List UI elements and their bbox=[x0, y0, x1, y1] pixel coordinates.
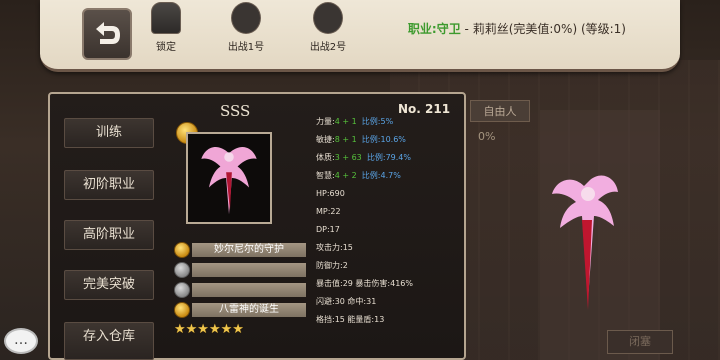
character-card: SSS No. 211 妙尔尼尔的守护 八雷神的诞生 ★★★★★★ 力量:4 +… bbox=[168, 96, 464, 360]
class-name: 职业:守卫 bbox=[407, 22, 461, 36]
character-avatar-icon bbox=[313, 2, 343, 34]
stat-dodge: 闪避:30 命中:31 bbox=[316, 297, 377, 306]
store-warehouse-button[interactable]: 存入仓库 bbox=[64, 322, 154, 360]
gem-slot-4-label: 八雷神的诞生 bbox=[192, 303, 306, 317]
gem-slot-1-label: 妙尔尼尔的守护 bbox=[192, 243, 306, 257]
battle-slot-2[interactable]: 出战2号 bbox=[298, 2, 358, 58]
action-menu: 训练 初阶职业 高阶职业 完美突破 存入仓库 bbox=[58, 100, 158, 360]
perfect-breakthrough-button[interactable]: 完美突破 bbox=[64, 270, 154, 300]
basic-class-button[interactable]: 初阶职业 bbox=[64, 170, 154, 200]
rank-label: SSS bbox=[220, 102, 251, 120]
gold-gem-icon bbox=[174, 242, 190, 258]
card-number: No. 211 bbox=[398, 102, 451, 116]
battle-slot-2-label: 出战2号 bbox=[309, 42, 347, 53]
stat-crit: 暴击值:29 暴击伤害:416% bbox=[316, 279, 413, 288]
gem-slot-1[interactable]: 妙尔尼尔的守护 bbox=[174, 242, 306, 258]
stat-mp: MP:22 bbox=[316, 207, 341, 216]
gold-gem-icon bbox=[174, 302, 190, 318]
character-portrait bbox=[186, 132, 272, 224]
silver-gem-icon bbox=[174, 282, 190, 298]
stat-wisdom: 智慧:4 + 2 比例:4.7% bbox=[316, 171, 401, 180]
character-avatar-icon bbox=[231, 2, 261, 34]
lock-label: 锁定 bbox=[156, 42, 176, 53]
top-bar: 锁定 出战1号 出战2号 职业:守卫 - 莉莉丝(完美值:0%) (等级:1) bbox=[40, 0, 680, 72]
character-summary: - 莉莉丝(完美值:0%) (等级:1) bbox=[460, 22, 626, 36]
gem-slot-4[interactable]: 八雷神的诞生 bbox=[174, 302, 306, 318]
battle-slot-1[interactable]: 出战1号 bbox=[216, 2, 276, 58]
stat-dp: DP:17 bbox=[316, 225, 340, 234]
padlock-icon bbox=[151, 2, 181, 34]
stat-strength: 力量:4 + 1 比例:5% bbox=[316, 117, 394, 126]
gem-slot-3-label bbox=[192, 283, 306, 297]
gem-slot-2-label bbox=[192, 263, 306, 277]
background-pct: 0% bbox=[478, 130, 496, 143]
close-button[interactable]: 闭塞 bbox=[607, 330, 673, 354]
stat-attack: 攻击力:15 bbox=[316, 243, 353, 252]
chat-bubble-button[interactable]: … bbox=[4, 328, 38, 354]
lock-slot[interactable]: 锁定 bbox=[136, 2, 196, 58]
gem-slot-3[interactable] bbox=[174, 282, 306, 298]
back-button[interactable] bbox=[82, 8, 132, 60]
game-screen: 自由人 0% 锁定 出战1号 出战2号 职业:守卫 - 莉莉丝(完美值:0%) … bbox=[0, 0, 720, 360]
class-info: 职业:守卫 - 莉莉丝(完美值:0%) (等级:1) bbox=[408, 20, 626, 37]
silver-gem-icon bbox=[174, 262, 190, 278]
stat-block: 格挡:15 能量盾:13 bbox=[316, 315, 385, 324]
battle-slot-1-label: 出战1号 bbox=[227, 42, 265, 53]
stat-defense: 防御力:2 bbox=[316, 261, 348, 270]
stat-hp: HP:690 bbox=[316, 189, 345, 198]
advanced-class-button[interactable]: 高阶职业 bbox=[64, 220, 154, 250]
return-arrow-icon bbox=[96, 22, 120, 44]
character-model bbox=[540, 170, 630, 320]
background-tag: 自由人 bbox=[470, 100, 530, 122]
gem-slot-2[interactable] bbox=[174, 262, 306, 278]
stat-agility: 敏捷:8 + 1 比例:10.6% bbox=[316, 135, 406, 144]
train-button[interactable]: 训练 bbox=[64, 118, 154, 148]
star-rating: ★★★★★★ bbox=[174, 322, 244, 337]
stat-constitution: 体质:3 + 63 比例:79.4% bbox=[316, 153, 411, 162]
